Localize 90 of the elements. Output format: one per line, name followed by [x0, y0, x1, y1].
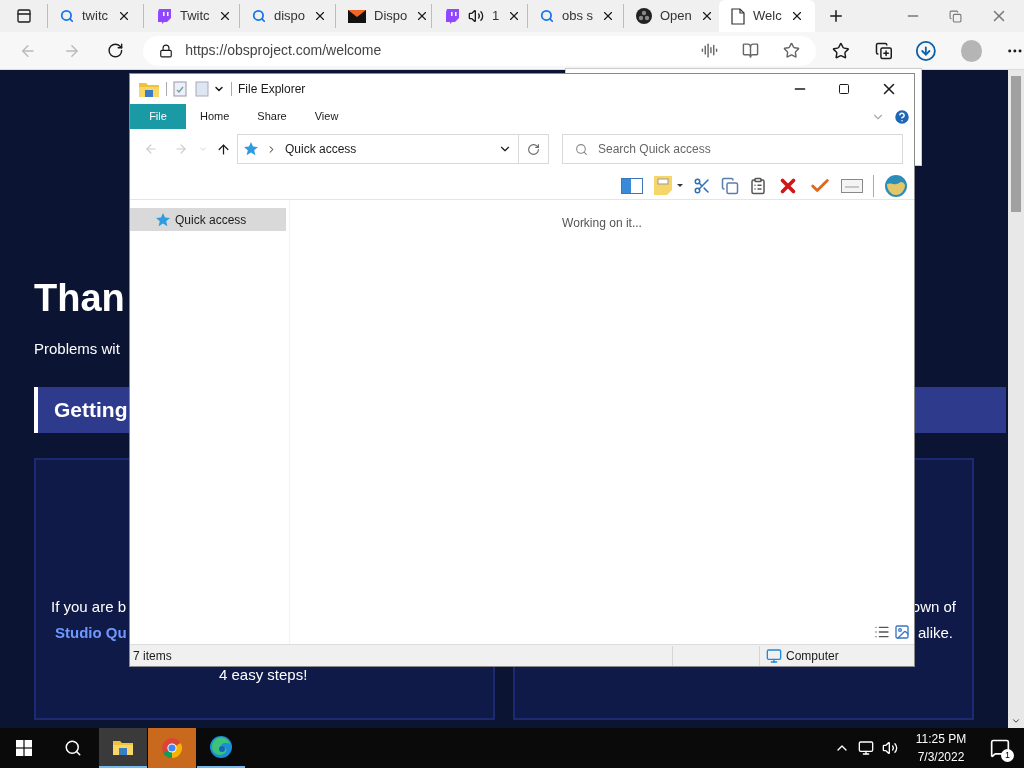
tab-title: Twitc — [180, 7, 210, 26]
ribbon-tab[interactable]: View — [300, 104, 353, 129]
heading: Than — [34, 276, 126, 320]
tab-actions-icon[interactable] — [15, 8, 32, 24]
address-text: Quick access — [285, 141, 358, 158]
pane-icon[interactable] — [621, 177, 643, 194]
subtitle: Problems wit — [34, 339, 121, 359]
star-icon — [244, 142, 258, 156]
read-aloud-icon[interactable] — [701, 42, 719, 59]
folder-icon — [112, 738, 134, 756]
browser-logo-icon — [209, 735, 233, 759]
window-title: File Explorer — [238, 81, 306, 98]
copy-icon[interactable] — [721, 176, 739, 195]
details-view-icon[interactable] — [874, 624, 890, 640]
tab-title: Dispo — [374, 7, 408, 26]
tab-title: twitc — [82, 7, 109, 26]
item-count: 7 items — [132, 647, 173, 665]
notification-count: 1 — [1001, 749, 1014, 762]
globe-icon[interactable] — [884, 173, 908, 198]
ribbon-tab[interactable]: Home — [186, 104, 244, 129]
tab-title: obs s — [562, 7, 594, 26]
computer-icon — [766, 647, 782, 664]
date-text: 7/3/2022 — [917, 749, 965, 766]
network-icon[interactable] — [858, 740, 874, 756]
tab-title: Open — [660, 7, 692, 26]
scrollbar-thumb[interactable] — [1011, 76, 1021, 212]
browser-logo-icon — [161, 737, 183, 759]
search-icon — [540, 9, 554, 23]
search-placeholder: Search Quick access — [598, 141, 711, 158]
browser-tab[interactable]: Twitc — [143, 4, 239, 28]
speaker-icon[interactable] — [468, 8, 484, 24]
envelope-icon — [348, 8, 366, 24]
download-icon[interactable] — [914, 39, 937, 62]
star-icon[interactable] — [783, 42, 801, 59]
envelope-icon[interactable] — [841, 178, 863, 193]
collections-icon[interactable] — [875, 41, 893, 60]
lock-icon — [159, 43, 174, 58]
chat-bubble-icon — [444, 8, 460, 24]
tab-title: 1 — [492, 7, 500, 26]
folder-icon — [138, 80, 160, 98]
nav-item[interactable]: Quick access — [130, 208, 286, 231]
search-icon — [252, 9, 266, 23]
page-icon — [731, 7, 745, 25]
new-tab-icon[interactable] — [827, 7, 845, 25]
browser-tab[interactable]: obs s — [527, 4, 623, 28]
refresh-button[interactable] — [519, 134, 549, 164]
card-text: If you are b — [50, 596, 127, 617]
up-icon[interactable] — [216, 141, 231, 157]
browser-tab[interactable]: dispo — [239, 4, 335, 28]
clipboard-icon[interactable] — [749, 176, 767, 195]
star-icon — [156, 212, 170, 227]
browser-tab[interactable]: 1 — [431, 4, 527, 28]
volume-icon[interactable] — [882, 740, 898, 756]
search-field[interactable]: Search Quick access — [562, 134, 903, 164]
refresh-icon — [527, 142, 540, 156]
tab-title: Welc — [753, 7, 782, 26]
browser-tab[interactable]: Dispo — [335, 4, 431, 28]
clock[interactable]: 11:25 PM 7/3/2022 — [910, 730, 972, 766]
browser-tab[interactable]: Welc — [719, 0, 815, 32]
scroll-down-icon[interactable] — [1011, 716, 1021, 726]
maximize-icon[interactable] — [838, 83, 850, 95]
loading-message: Working on it... — [562, 215, 642, 232]
restore-icon[interactable] — [949, 9, 962, 23]
url-text: https://obsproject.com/welcome — [185, 41, 383, 60]
chat-bubble-icon — [156, 8, 172, 24]
favorites-icon[interactable] — [832, 41, 851, 60]
logo-icon — [636, 8, 652, 24]
time-text: 11:25 PM — [915, 731, 967, 748]
search-icon — [60, 9, 74, 23]
browser-tab[interactable]: twitc — [47, 4, 143, 28]
card-text: 4 easy steps! — [218, 664, 308, 685]
card-text: alike. — [917, 622, 954, 643]
address-bar[interactable]: https://obsproject.com/welcome — [143, 35, 817, 66]
reload-icon[interactable] — [107, 42, 125, 59]
taskbar-app[interactable] — [99, 728, 147, 768]
close-icon[interactable] — [117, 9, 131, 23]
location-text: Computer — [786, 647, 839, 665]
scrollbar[interactable] — [1008, 70, 1024, 728]
tab-title: dispo — [274, 7, 306, 26]
scissors-icon[interactable] — [693, 176, 711, 195]
address-field[interactable]: Quick access — [237, 134, 519, 164]
ribbon-tab[interactable]: Share — [243, 104, 301, 129]
browser-tab[interactable]: Open — [623, 4, 719, 28]
help-icon[interactable] — [893, 107, 911, 126]
search-icon — [575, 142, 588, 156]
search-icon[interactable] — [64, 739, 82, 757]
windows-logo-icon[interactable] — [16, 740, 32, 756]
thumbnails-view-icon[interactable] — [894, 624, 910, 640]
card-link[interactable]: Studio Qu — [36, 619, 127, 646]
reader-icon[interactable] — [742, 42, 760, 59]
